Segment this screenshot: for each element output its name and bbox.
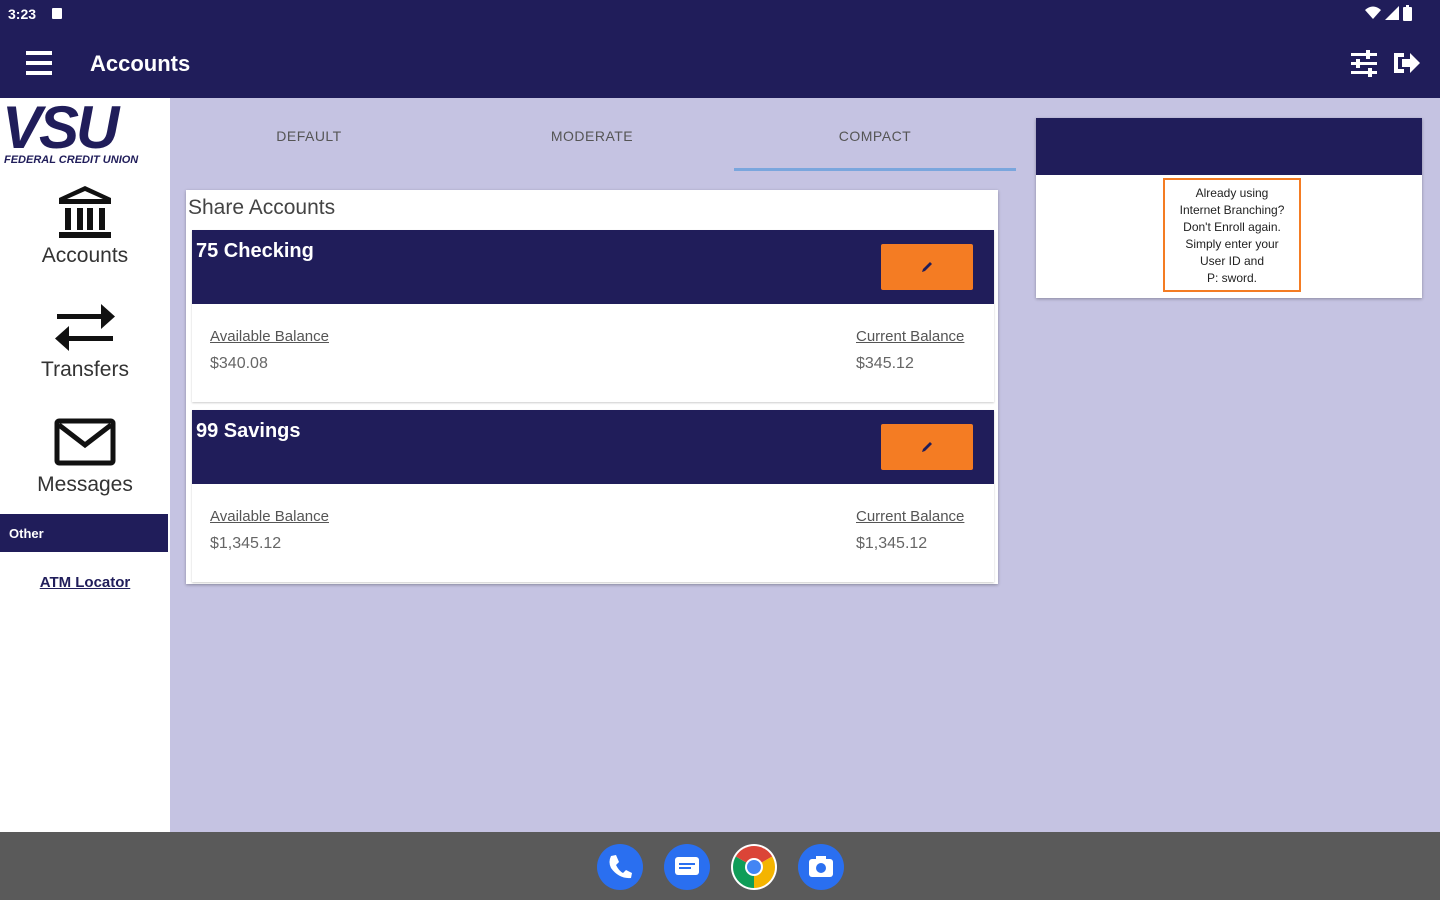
page-title: Accounts <box>90 51 191 76</box>
wifi-icon <box>1365 6 1381 19</box>
enroll-info-line: Simply enter your <box>1185 237 1279 251</box>
other-section-label: Other <box>9 526 44 541</box>
logout-button[interactable] <box>1390 47 1422 79</box>
tab-moderate[interactable]: MODERATE <box>451 118 733 170</box>
phone-icon <box>609 855 632 879</box>
camera-app[interactable] <box>798 844 844 890</box>
sidebar-item-label: Accounts <box>41 244 129 267</box>
available-balance-value: $340.08 <box>210 355 268 372</box>
other-section-header: Other <box>0 514 168 552</box>
current-balance-label[interactable]: Current Balance <box>856 508 964 525</box>
available-balance-label[interactable]: Available Balance <box>210 328 329 345</box>
enroll-info-line: Internet Branching? <box>1179 203 1285 217</box>
share-accounts-panel: Share Accounts 75 Checking Available Bal… <box>186 190 998 584</box>
enroll-info-line: User ID and <box>1199 254 1265 268</box>
logo-subtitle: FEDERAL CREDIT UNION <box>4 154 139 166</box>
pencil-icon <box>922 262 932 272</box>
envelope-icon <box>54 418 116 466</box>
chrome-app[interactable] <box>731 844 777 890</box>
edit-account-button[interactable] <box>881 244 973 290</box>
logo-text: VSU <box>2 94 119 161</box>
hamburger-menu-icon <box>26 51 52 75</box>
panel-title: Share Accounts <box>188 196 336 219</box>
transfer-arrows-icon <box>55 304 115 351</box>
enroll-info-line: Don't Enroll again. <box>1183 220 1281 234</box>
enroll-info-text: Already using Internet Branching? Don't … <box>1163 178 1301 292</box>
chrome-icon <box>732 846 776 888</box>
status-time: 3:23 <box>8 6 37 22</box>
status-icons <box>1365 5 1412 21</box>
notification-icon <box>52 8 62 19</box>
battery-icon <box>1403 5 1412 21</box>
enroll-info-box: Already using Internet Branching? Don't … <box>1036 118 1422 298</box>
available-balance-value: $1,345.12 <box>210 535 282 552</box>
enroll-info-header <box>1036 118 1422 175</box>
enroll-info-line: P: sword. <box>1206 271 1257 285</box>
account-card-savings[interactable]: 99 Savings Available Balance $1,345.12 C… <box>192 410 994 582</box>
account-card-checking[interactable]: 75 Checking Available Balance $340.08 Cu… <box>192 230 994 402</box>
sidebar-item-label: Transfers <box>41 358 129 381</box>
account-name: 75 Checking <box>196 240 314 262</box>
current-balance-value: $1,345.12 <box>856 535 928 552</box>
active-tab-indicator <box>734 168 1016 171</box>
account-name: 99 Savings <box>196 420 301 442</box>
current-balance-value: $345.12 <box>856 355 914 372</box>
account-card-header: 99 Savings <box>192 410 994 484</box>
camera-icon <box>809 856 833 877</box>
sliders-icon <box>1351 50 1377 77</box>
status-bar: 3:23 <box>0 0 1440 28</box>
enroll-info-line: Already using <box>1195 186 1269 200</box>
account-card-header: 75 Checking <box>192 230 994 304</box>
sidebar-item-transfers[interactable]: Transfers <box>0 298 170 382</box>
messages-icon <box>675 857 699 875</box>
system-dock <box>0 832 1440 900</box>
messages-app[interactable] <box>664 844 710 890</box>
available-balance-label[interactable]: Available Balance <box>210 508 329 525</box>
atm-locator-link[interactable]: ATM Locator <box>0 574 170 591</box>
app-bar: Accounts <box>0 28 1440 98</box>
settings-sliders-button[interactable] <box>1348 47 1380 79</box>
logo: VSU FEDERAL CREDIT UNION <box>0 94 170 170</box>
edit-account-button[interactable] <box>881 424 973 470</box>
current-balance-label[interactable]: Current Balance <box>856 328 964 345</box>
menu-button[interactable] <box>24 48 58 78</box>
sidebar-item-accounts[interactable]: Accounts <box>0 184 170 268</box>
sidebar-item-messages[interactable]: Messages <box>0 413 170 497</box>
pencil-icon <box>922 442 932 452</box>
tab-default[interactable]: DEFAULT <box>168 118 450 170</box>
signal-icon <box>1385 6 1399 20</box>
bank-icon <box>59 186 111 238</box>
sidebar: VSU FEDERAL CREDIT UNION Accounts Transf… <box>0 94 170 832</box>
phone-app[interactable] <box>597 844 643 890</box>
tab-compact[interactable]: COMPACT <box>734 118 1016 170</box>
logout-icon <box>1394 53 1420 73</box>
sidebar-item-label: Messages <box>37 473 133 496</box>
